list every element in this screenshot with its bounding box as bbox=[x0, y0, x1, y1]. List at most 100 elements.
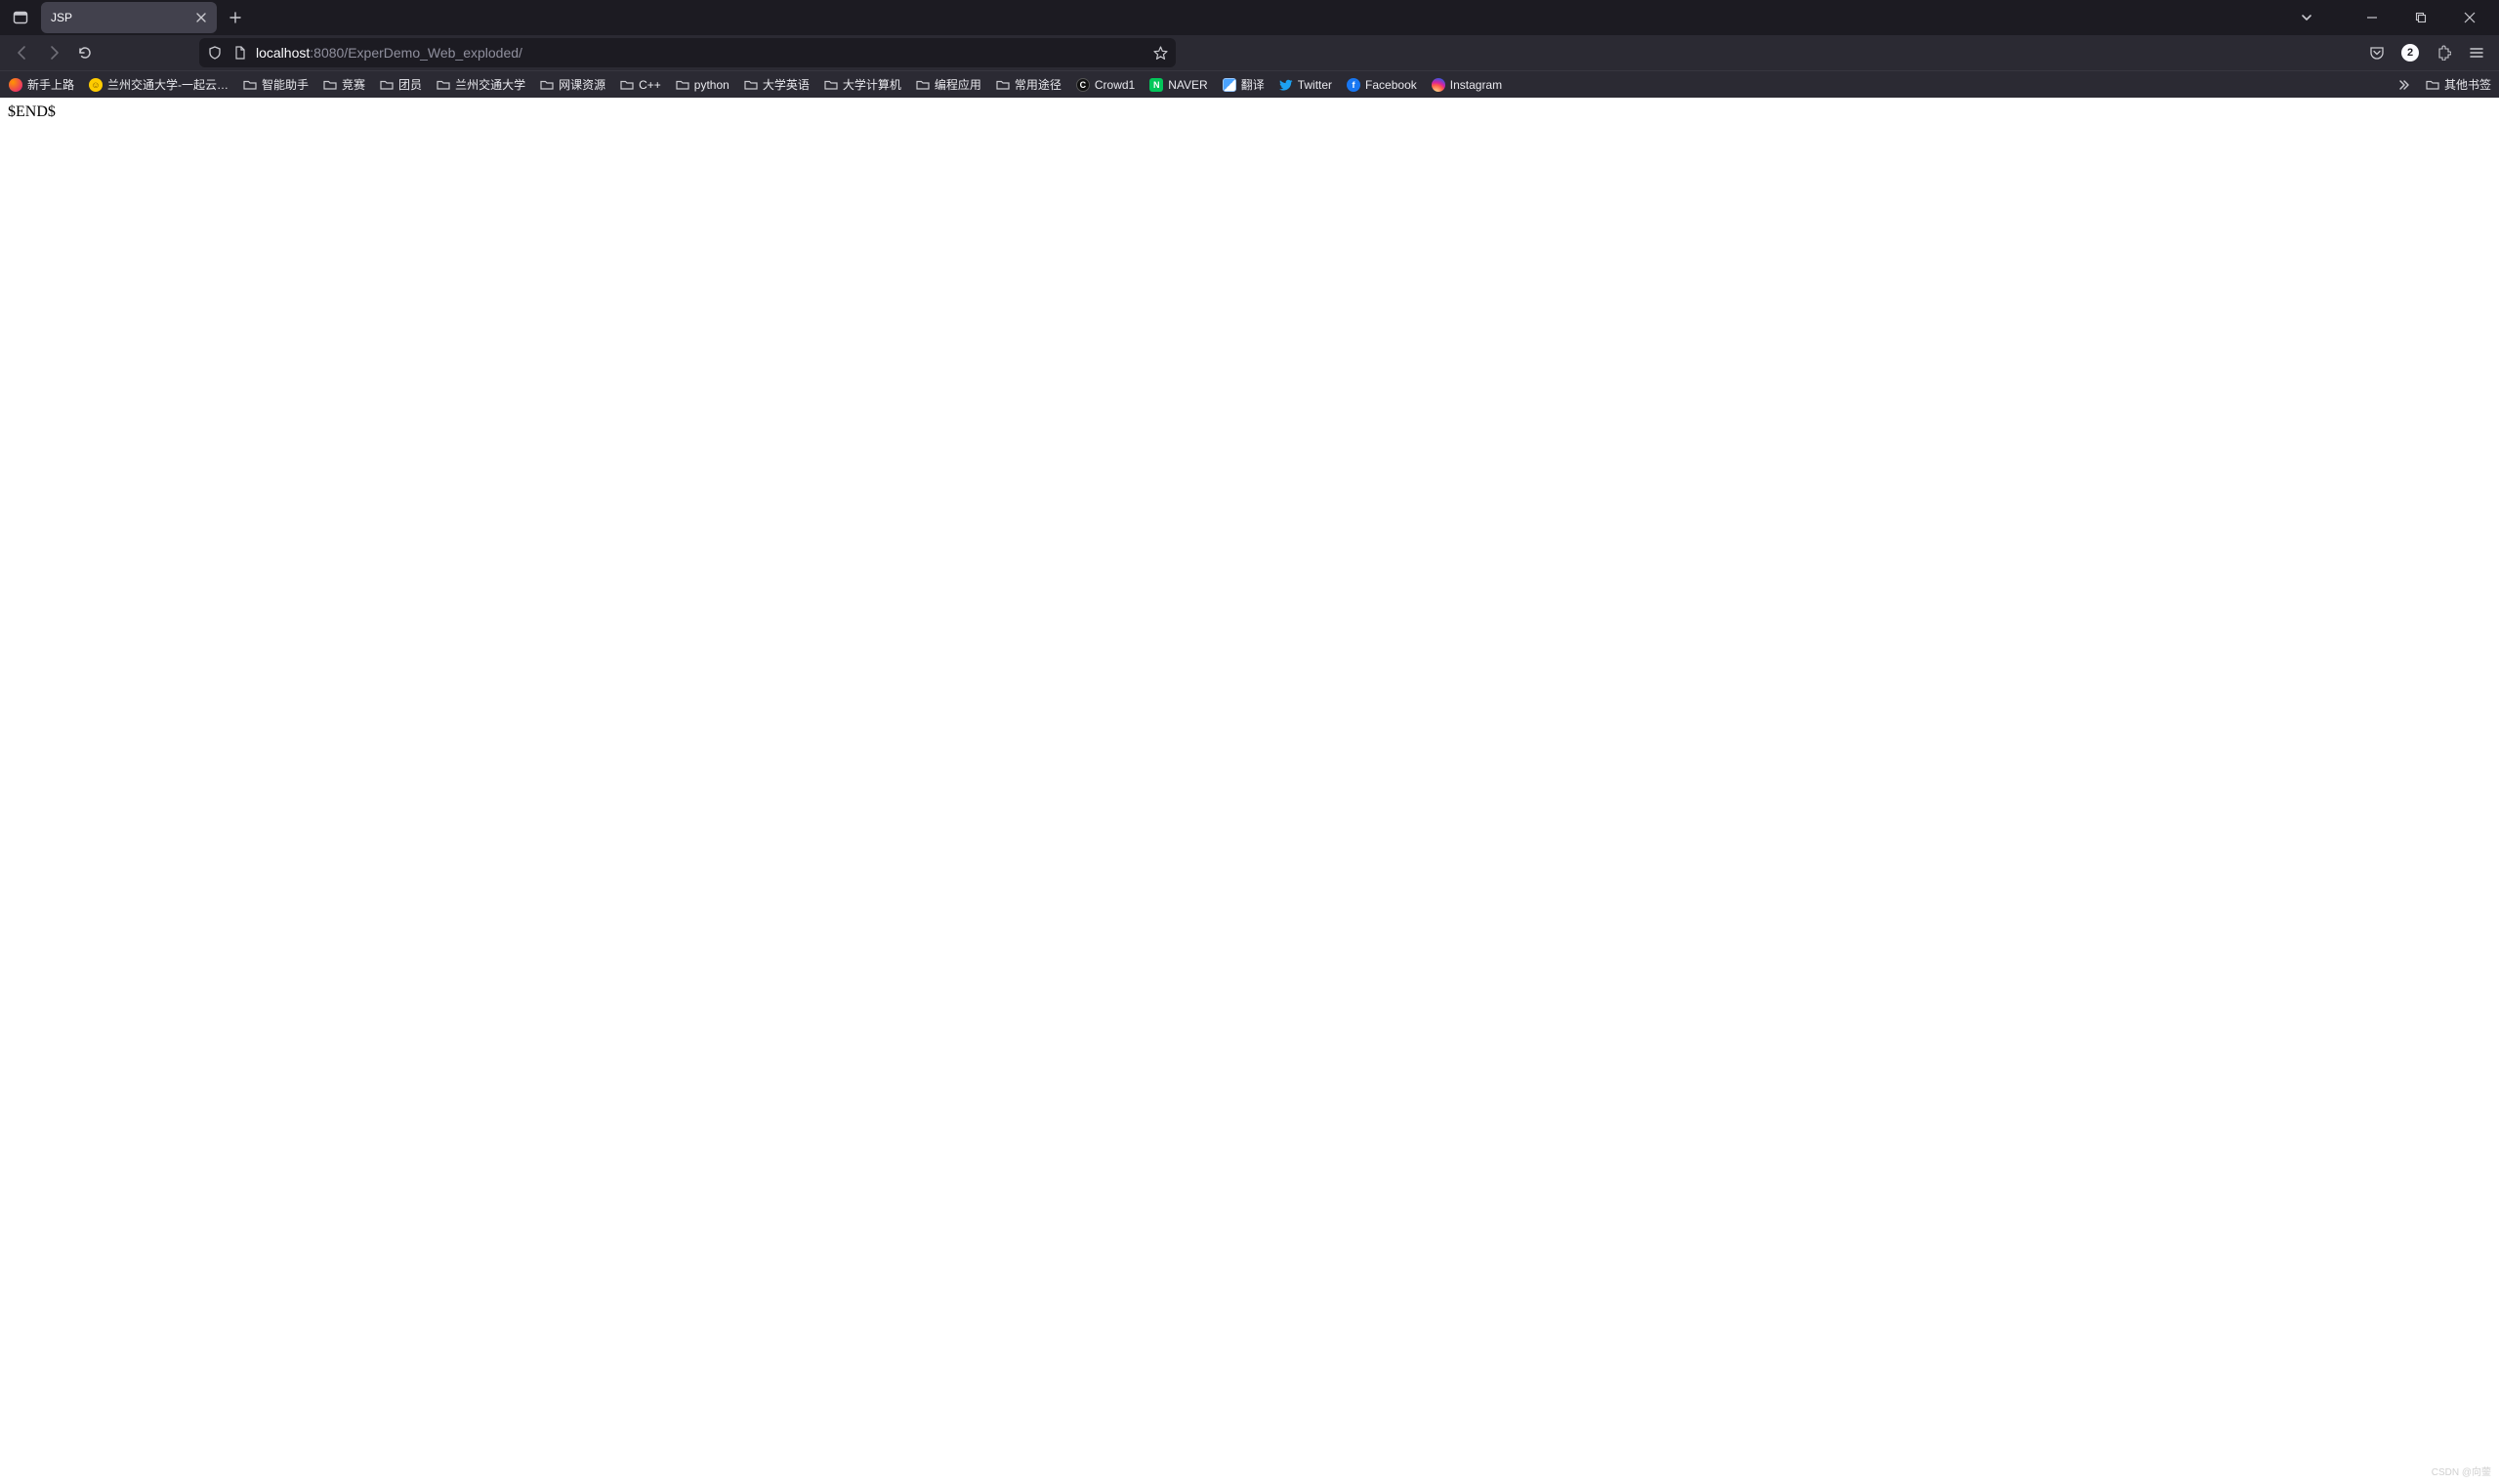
bookmark-label: 兰州交通大学 bbox=[455, 76, 525, 93]
window-close-button[interactable] bbox=[2448, 0, 2491, 35]
account-button[interactable]: 2 bbox=[2395, 38, 2425, 67]
spaces-button[interactable] bbox=[4, 2, 37, 33]
bookmark-item[interactable]: ☺ 兰州交通大学-一起云… bbox=[86, 74, 230, 95]
app-menu-button[interactable] bbox=[2462, 38, 2491, 67]
folder-icon bbox=[743, 77, 759, 93]
bookmark-item[interactable]: Twitter bbox=[1276, 75, 1334, 95]
arrow-left-icon bbox=[15, 45, 30, 61]
bookmark-label: Crowd1 bbox=[1095, 78, 1135, 92]
bookmark-label: 新手上路 bbox=[27, 76, 74, 93]
bookmark-folder[interactable]: 大学英语 bbox=[741, 74, 812, 95]
crowd1-icon: C bbox=[1075, 77, 1091, 93]
window-maximize-button[interactable] bbox=[2399, 0, 2442, 35]
puzzle-icon bbox=[2436, 45, 2451, 61]
bookmark-item[interactable]: N NAVER bbox=[1146, 75, 1209, 95]
url-rest: :8080/ExperDemo_Web_exploded/ bbox=[310, 45, 522, 61]
list-all-tabs-button[interactable] bbox=[2292, 3, 2321, 32]
bookmark-item[interactable]: Instagram bbox=[1429, 75, 1504, 95]
star-icon bbox=[1153, 46, 1168, 61]
hamburger-icon bbox=[2469, 45, 2484, 61]
bookmark-label: 网课资源 bbox=[559, 76, 605, 93]
folder-icon bbox=[539, 77, 555, 93]
forward-button[interactable] bbox=[39, 38, 68, 67]
folder-icon bbox=[619, 77, 635, 93]
bookmark-folder[interactable]: 团员 bbox=[377, 74, 424, 95]
bookmark-item[interactable]: C Crowd1 bbox=[1073, 75, 1137, 95]
facebook-icon: f bbox=[1346, 77, 1361, 93]
bookmark-label: python bbox=[694, 78, 729, 92]
folder-icon bbox=[242, 77, 258, 93]
reload-button[interactable] bbox=[70, 38, 100, 67]
window-minimize-button[interactable] bbox=[2351, 0, 2394, 35]
spaces-icon bbox=[13, 10, 28, 25]
bookmarks-overflow-button[interactable] bbox=[2394, 74, 2415, 96]
nav-bar: localhost:8080/ExperDemo_Web_exploded/ 2 bbox=[0, 35, 2499, 70]
chevron-down-icon bbox=[2301, 12, 2312, 23]
bookmarks-bar: 新手上路 ☺ 兰州交通大学-一起云… 智能助手 竞赛 团员 兰州交通大学 bbox=[0, 70, 2499, 98]
bookmark-label: 常用途径 bbox=[1015, 76, 1062, 93]
twitter-icon bbox=[1278, 77, 1294, 93]
shield-icon bbox=[208, 46, 222, 60]
pocket-icon bbox=[2369, 45, 2385, 61]
document-icon bbox=[233, 46, 247, 60]
naver-icon: N bbox=[1148, 77, 1164, 93]
new-tab-button[interactable] bbox=[221, 3, 250, 32]
bookmark-folder[interactable]: 竞赛 bbox=[320, 74, 367, 95]
bookmark-label: 竞赛 bbox=[342, 76, 365, 93]
folder-icon bbox=[675, 77, 690, 93]
bookmark-label: 编程应用 bbox=[935, 76, 981, 93]
page-body-text: $END$ bbox=[8, 103, 2491, 121]
bookmark-folder[interactable]: 大学计算机 bbox=[821, 74, 903, 95]
url-text: localhost:8080/ExperDemo_Web_exploded/ bbox=[256, 45, 1145, 61]
bookmark-folder[interactable]: 智能助手 bbox=[240, 74, 311, 95]
folder-icon bbox=[823, 77, 839, 93]
bookmark-item[interactable]: 新手上路 bbox=[6, 74, 76, 95]
tab-close-button[interactable] bbox=[191, 8, 211, 27]
page-content: $END$ CSDN @向蓥 bbox=[0, 98, 2499, 1484]
bookmark-folder[interactable]: 常用途径 bbox=[993, 74, 1063, 95]
navbar-right: 2 bbox=[2362, 38, 2491, 67]
maximize-icon bbox=[2415, 12, 2427, 23]
bookmark-label: C++ bbox=[639, 78, 661, 92]
extensions-button[interactable] bbox=[2429, 38, 2458, 67]
bookmark-label: NAVER bbox=[1168, 78, 1207, 92]
bookmark-folder[interactable]: 兰州交通大学 bbox=[434, 74, 527, 95]
url-bar[interactable]: localhost:8080/ExperDemo_Web_exploded/ bbox=[199, 38, 1176, 67]
bookmark-label: 大学英语 bbox=[763, 76, 810, 93]
close-icon bbox=[2464, 12, 2476, 23]
bookmark-label: 团员 bbox=[398, 76, 422, 93]
bookmark-folder[interactable]: 网课资源 bbox=[537, 74, 607, 95]
tracking-protection-button[interactable] bbox=[205, 43, 225, 62]
tab-strip: JSP bbox=[0, 0, 2499, 35]
bookmark-label: 翻译 bbox=[1241, 76, 1265, 93]
folder-icon bbox=[915, 77, 931, 93]
folder-icon bbox=[995, 77, 1011, 93]
bookmark-folder[interactable]: python bbox=[673, 75, 731, 95]
window-controls bbox=[2351, 0, 2495, 35]
bookmark-star-button[interactable] bbox=[1150, 43, 1170, 62]
bookmark-label: Facebook bbox=[1365, 78, 1417, 92]
bookmark-item[interactable]: f Facebook bbox=[1344, 75, 1419, 95]
minimize-icon bbox=[2366, 12, 2378, 23]
bookmark-item[interactable]: 翻译 bbox=[1220, 74, 1267, 95]
bookmark-label: 其他书签 bbox=[2444, 76, 2491, 93]
watermark: CSDN @向蓥 bbox=[2432, 1463, 2491, 1478]
other-bookmarks-folder[interactable]: 其他书签 bbox=[2423, 74, 2493, 95]
bookmarks-overflow: 其他书签 bbox=[2394, 74, 2493, 96]
folder-icon bbox=[379, 77, 395, 93]
account-badge: 2 bbox=[2401, 44, 2419, 62]
close-icon bbox=[196, 13, 206, 22]
folder-icon bbox=[436, 77, 451, 93]
back-button[interactable] bbox=[8, 38, 37, 67]
save-to-pocket-button[interactable] bbox=[2362, 38, 2392, 67]
bookmark-folder[interactable]: C++ bbox=[617, 75, 663, 95]
arrow-right-icon bbox=[46, 45, 62, 61]
folder-icon bbox=[2425, 77, 2440, 93]
tab-title: JSP bbox=[51, 11, 191, 24]
bookmark-label: Instagram bbox=[1450, 78, 1502, 92]
bookmark-label: Twitter bbox=[1298, 78, 1332, 92]
tab-active[interactable]: JSP bbox=[41, 2, 217, 33]
bookmark-folder[interactable]: 编程应用 bbox=[913, 74, 983, 95]
bookmark-label: 智能助手 bbox=[262, 76, 309, 93]
site-identity-button[interactable] bbox=[230, 43, 250, 62]
